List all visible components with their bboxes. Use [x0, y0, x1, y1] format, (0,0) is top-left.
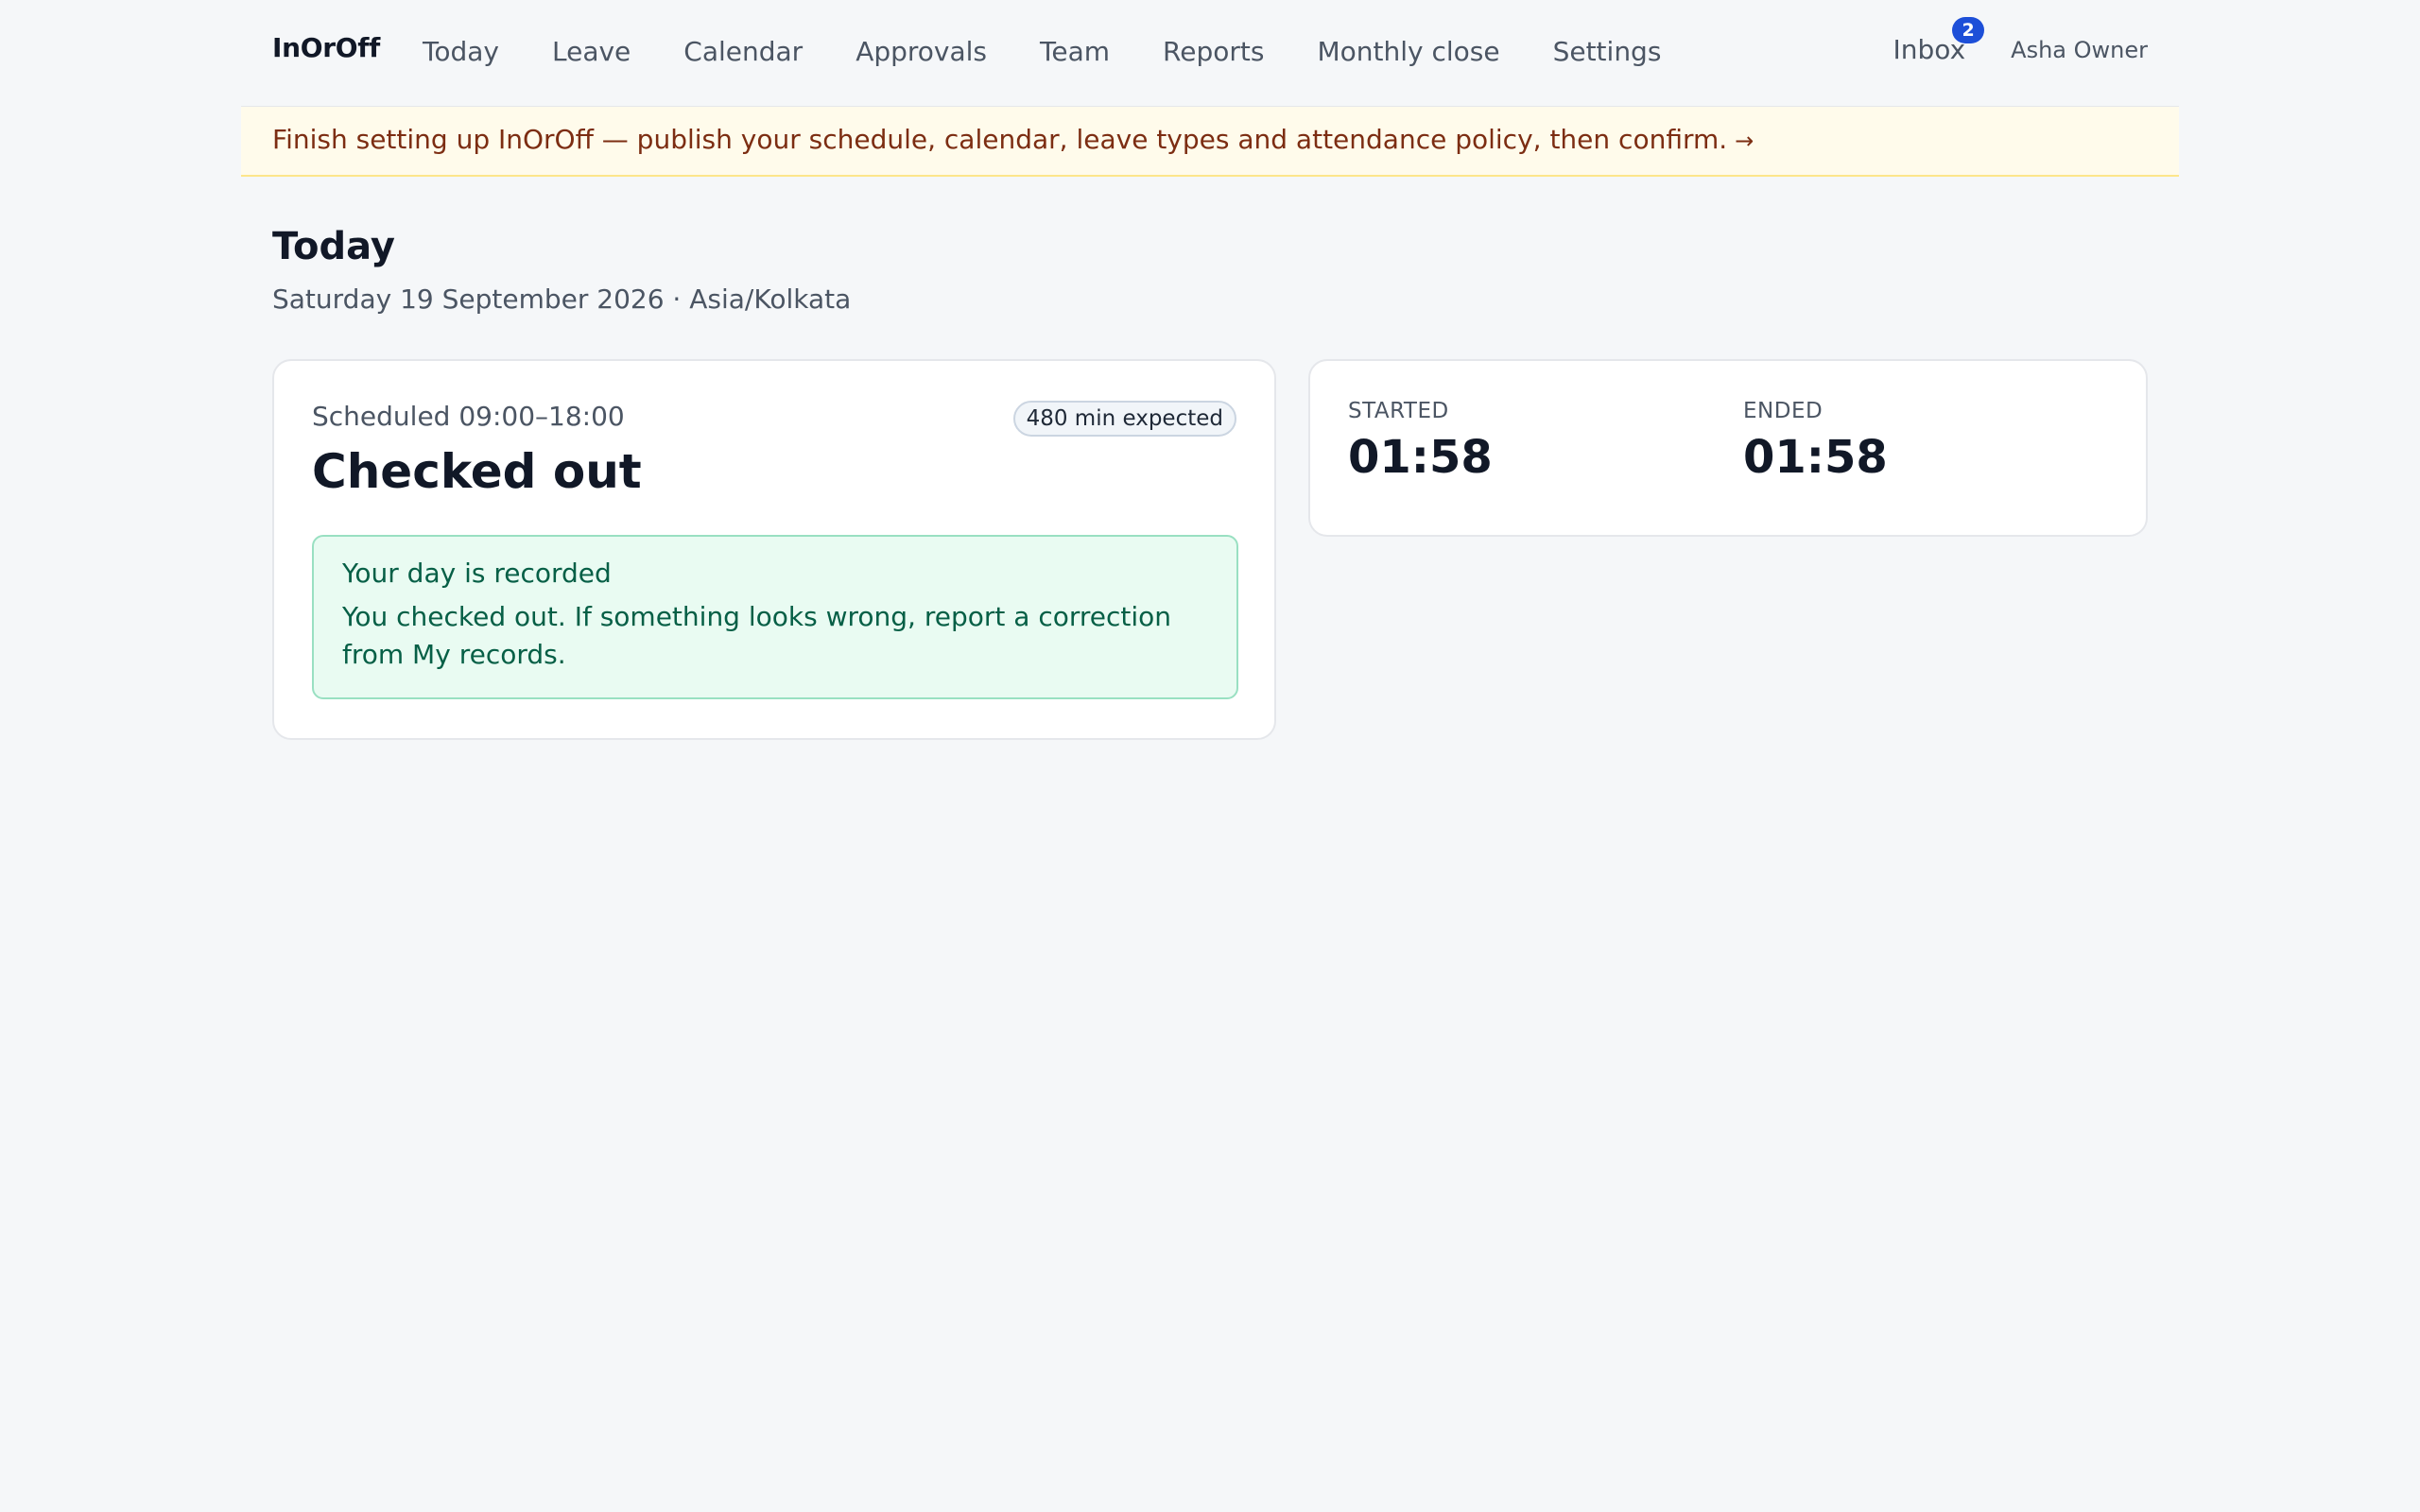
status-card: Scheduled 09:00–18:00 480 min expected C…: [272, 359, 1276, 740]
nav-link-monthly-close[interactable]: Monthly close: [1317, 36, 1499, 67]
nav-links: Today Leave Calendar Approvals Team Repo…: [423, 36, 1714, 67]
brand-logo[interactable]: InOrOff: [272, 32, 380, 63]
nav-link-leave[interactable]: Leave: [552, 36, 631, 67]
page-subtitle: Saturday 19 September 2026 · Asia/Kolkat…: [272, 284, 852, 315]
nav-link-team[interactable]: Team: [1040, 36, 1110, 67]
nav-link-approvals[interactable]: Approvals: [856, 36, 987, 67]
schedule-text: Scheduled 09:00–18:00: [312, 401, 625, 432]
started-label: STARTED: [1348, 399, 1449, 423]
top-nav: InOrOff Today Leave Calendar Approvals T…: [241, 0, 2179, 107]
alert-title: Your day is recorded: [342, 558, 612, 589]
inbox-link[interactable]: Inbox 2: [1893, 17, 1985, 65]
expected-minutes-badge: 480 min expected: [1012, 401, 1236, 437]
ended-label: ENDED: [1743, 399, 1824, 423]
setup-banner-text: Finish setting up InOrOff — publish your…: [272, 124, 1728, 155]
started-block: STARTED 01:58: [1348, 399, 1493, 484]
success-alert: Your day is recorded You checked out. If…: [312, 535, 1238, 699]
status-heading: Checked out: [312, 444, 642, 499]
inbox-count-badge: 2: [1952, 17, 1985, 43]
ended-block: ENDED 01:58: [1743, 399, 1888, 484]
times-card: STARTED 01:58 ENDED 01:58: [1308, 359, 2148, 537]
user-menu[interactable]: Asha Owner: [2011, 37, 2148, 63]
started-time: 01:58: [1348, 431, 1493, 484]
setup-banner-link[interactable]: Finish setting up InOrOff — publish your…: [272, 124, 1754, 155]
nav-link-settings[interactable]: Settings: [1553, 36, 1662, 67]
ended-time: 01:58: [1743, 431, 1888, 484]
page-title: Today: [272, 225, 395, 268]
nav-link-today[interactable]: Today: [423, 36, 499, 67]
nav-link-reports[interactable]: Reports: [1163, 36, 1264, 67]
arrow-right-icon: →: [1735, 128, 1754, 154]
setup-banner: Finish setting up InOrOff — publish your…: [241, 107, 2179, 177]
nav-right: Inbox 2 Asha Owner: [1893, 17, 2148, 65]
nav-link-calendar[interactable]: Calendar: [683, 36, 803, 67]
alert-body: You checked out. If something looks wron…: [342, 601, 1172, 670]
app-container: InOrOff Today Leave Calendar Approvals T…: [241, 0, 2179, 740]
